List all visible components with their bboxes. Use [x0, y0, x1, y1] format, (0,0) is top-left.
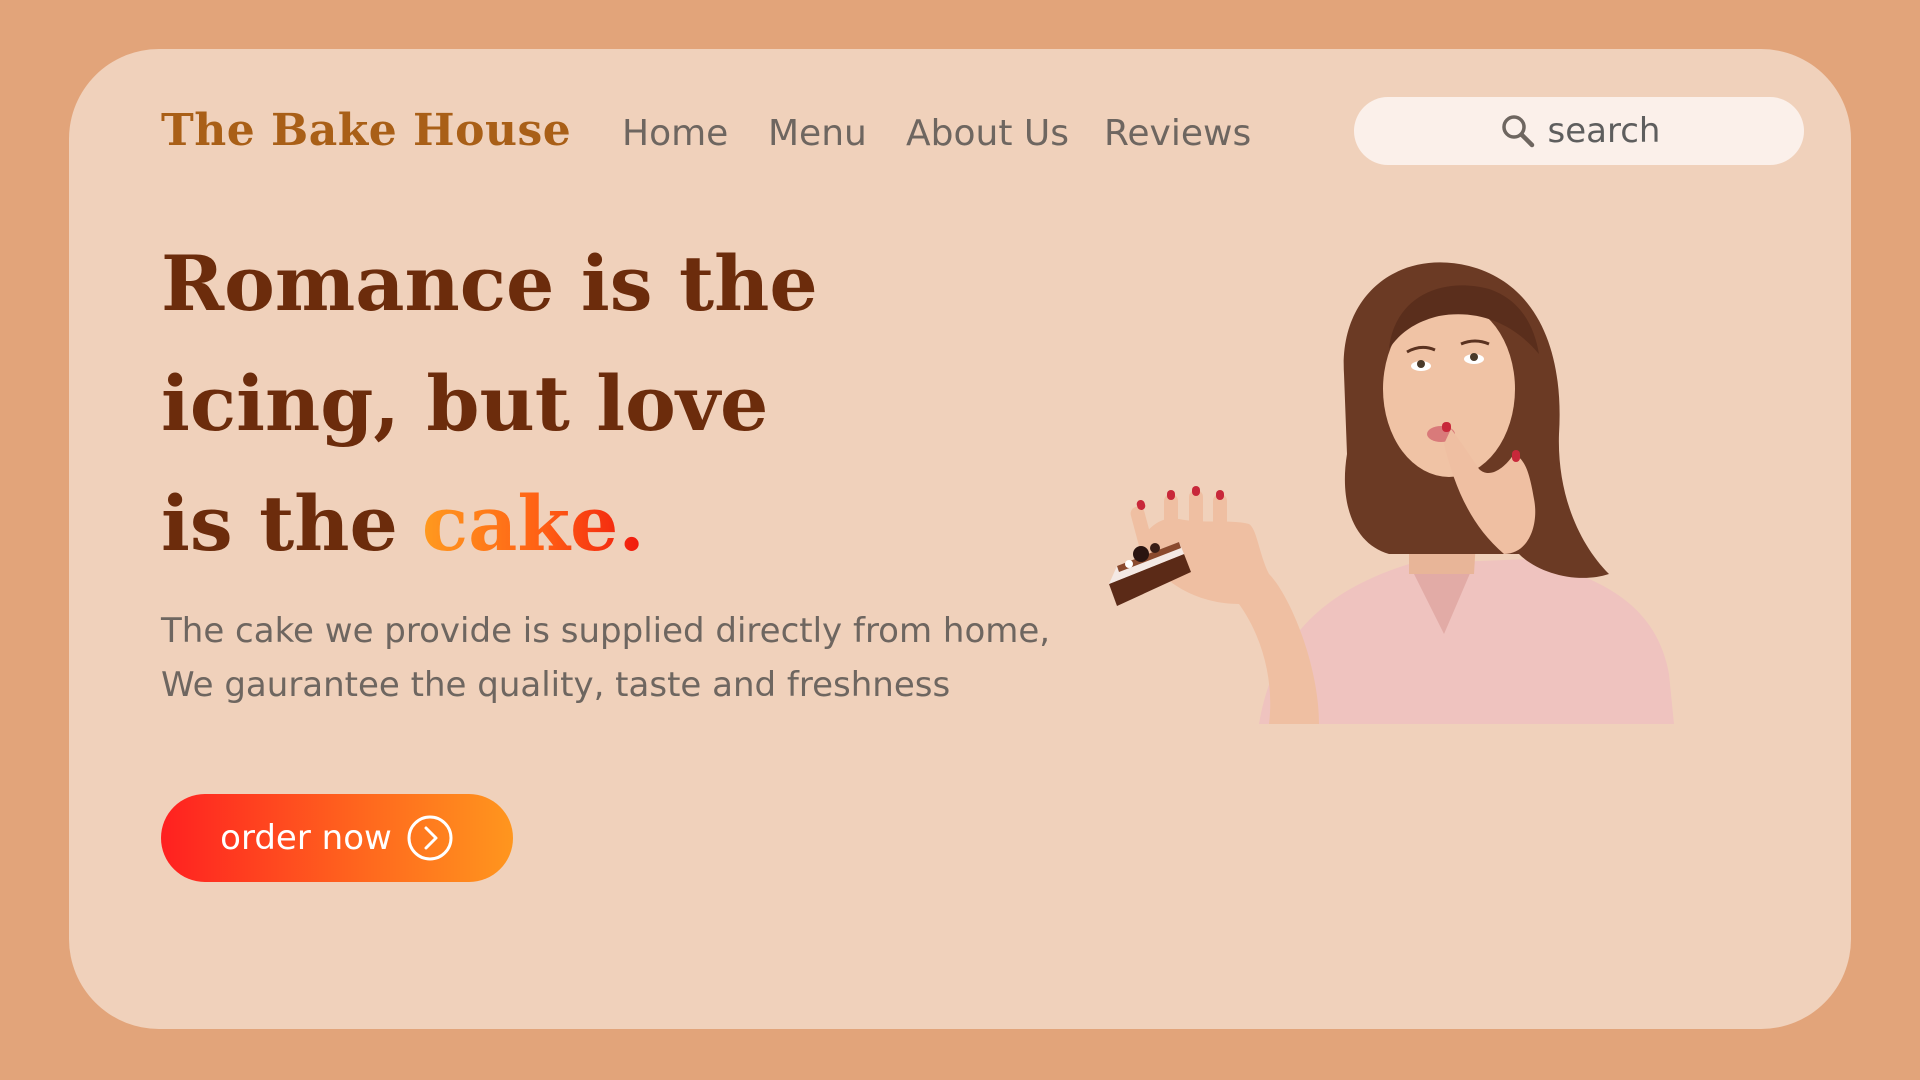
search-bar[interactable]: search: [1354, 97, 1804, 165]
headline-line-3: is the cake.: [161, 464, 818, 584]
hero-description: The cake we provide is supplied directly…: [161, 604, 1050, 712]
order-now-button[interactable]: order now: [161, 794, 513, 882]
search-input[interactable]: search: [1548, 111, 1661, 151]
woman-eating-cake-photo: [1109, 254, 1709, 724]
headline-line-2: icing, but love: [161, 359, 769, 448]
headline-line-3-prefix: is the: [161, 479, 398, 568]
headline-accent-word: cake.: [421, 479, 645, 568]
chevron-right-circle-icon: [406, 814, 454, 862]
nav-item-home[interactable]: Home: [622, 113, 728, 154]
description-line-2: We gaurantee the quality, taste and fres…: [161, 665, 951, 705]
hero-card: The Bake House Home Menu About Us Review…: [69, 49, 1851, 1029]
headline-line-1: Romance is the: [161, 239, 818, 328]
order-now-label: order now: [220, 818, 392, 858]
search-icon: [1498, 111, 1538, 151]
nav-item-about-us[interactable]: About Us: [906, 113, 1069, 154]
hero-headline: Romance is the icing, but love is the cak…: [161, 224, 818, 584]
nav-item-reviews[interactable]: Reviews: [1104, 113, 1251, 154]
nav-item-menu[interactable]: Menu: [768, 113, 867, 154]
description-line-1: The cake we provide is supplied directly…: [161, 611, 1051, 651]
